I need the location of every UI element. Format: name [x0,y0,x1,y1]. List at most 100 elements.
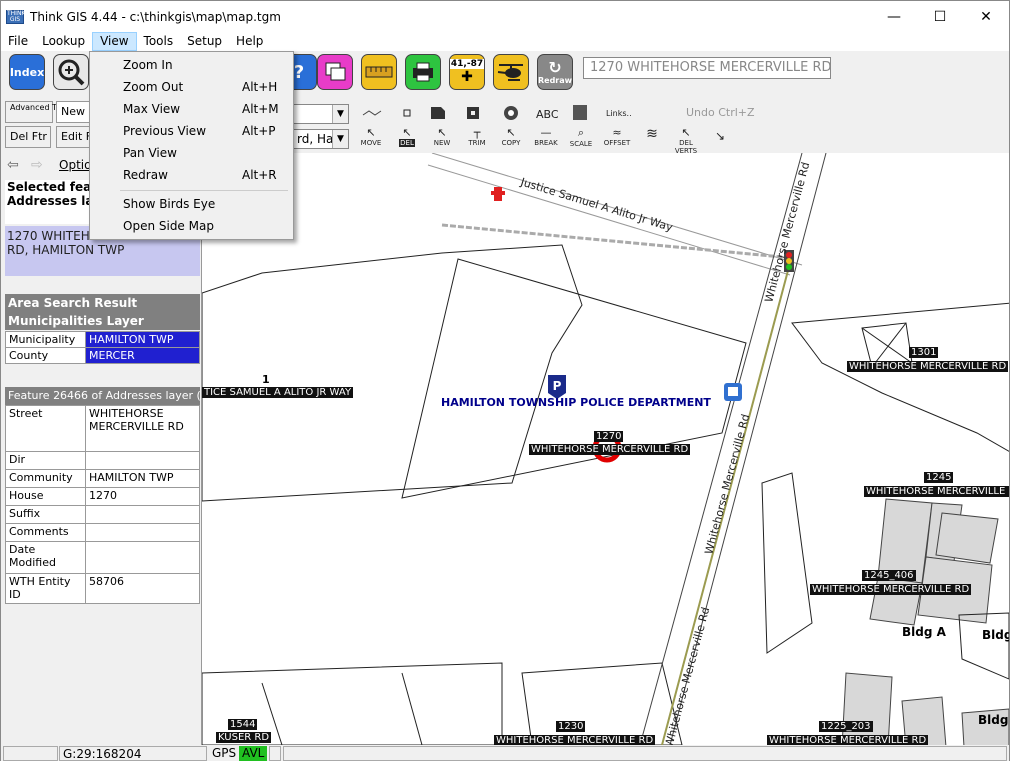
copy-tool[interactable]: ↖ COPY [498,126,524,147]
date-modified-key: Date Modified [5,541,86,574]
menu-item-show-birds-eye[interactable]: Show Birds Eye [90,193,293,215]
county-value: MERCER [85,347,200,364]
house-value[interactable]: 1270 [85,487,200,506]
edit-feature-button[interactable]: Edit F [56,126,92,148]
parcel [521,662,683,745]
layers-button[interactable] [317,54,353,90]
polyline-tool-icon[interactable] [362,110,382,116]
status-avl: AVL [239,746,267,761]
helicopter-button[interactable] [493,54,529,90]
table-row: Comments [5,523,200,542]
close-button[interactable]: ✕ [963,1,1009,32]
delete-feature-button[interactable]: Del Ftr [5,126,51,148]
status-cell [269,746,281,761]
community-value[interactable]: HAMILTON TWP [85,469,200,488]
date-modified-value[interactable] [85,541,200,574]
building-tool-icon[interactable] [467,107,479,119]
break-tool[interactable]: — BREAK [533,126,559,147]
comments-value[interactable] [85,523,200,542]
layer-select-1[interactable]: ▼ [293,104,349,124]
delete-vertices-tool[interactable]: ↖ DEL VERTS [672,126,700,155]
scale-tool[interactable]: ⌕ SCALE [568,126,594,148]
table-row: Community HAMILTON TWP [5,469,200,488]
gps-button[interactable]: 41,-87 ✚ [449,54,485,90]
links-label[interactable]: Links.. [606,109,632,118]
options-link[interactable]: Optio [59,158,91,172]
arrow-cursor-icon: ↖ [506,126,516,139]
menu-setup[interactable]: Setup [180,32,229,51]
address-street-label: WHITEHORSE MERCERVILLE RD [864,486,1009,497]
layer-select-2[interactable]: rd, Hami ▼ [293,129,349,149]
text-tool-label[interactable]: ABC [536,108,559,121]
print-button[interactable] [405,54,441,90]
smooth-tool[interactable]: ≋ [639,126,665,142]
map-canvas[interactable]: P Justice Samuel A Alito Jr Way Whitehor… [202,153,1009,745]
redraw-button[interactable]: ↻ Redraw [537,54,573,90]
comments-key: Comments [5,523,86,542]
menu-item-label: Zoom In [123,58,173,72]
measure-button[interactable] [361,54,397,90]
refresh-icon: ↻ [548,57,562,77]
move-tool[interactable]: ↖ MOVE [358,126,384,147]
menu-tools[interactable]: Tools [137,32,181,51]
address-number-label: 1245 [924,472,954,483]
ruler-icon [365,66,393,78]
offset-tool[interactable]: ≈ OFFSET [603,126,631,147]
address-street-label: KUSER RD [216,732,272,743]
menu-file[interactable]: File [1,32,35,51]
arrow-cursor-icon: ↖ [437,126,447,139]
minimize-button[interactable]: — [871,1,917,32]
layers-icon [325,62,346,81]
area-search-title: Area Search Result [8,296,138,310]
new-feature-button[interactable]: New F [56,101,95,123]
advanced-tools-button[interactable]: Advanced Tools [5,101,72,123]
address-number-label: 1301 [909,347,939,358]
point-tool-icon[interactable] [403,109,411,117]
status-cell [3,746,58,761]
parcel [761,472,813,654]
entity-id-value[interactable]: 58706 [85,573,200,604]
status-cell [283,746,1007,761]
menu-item-label: Redraw [123,168,168,182]
menu-item-zoom-in[interactable]: Zoom In [90,54,293,76]
menu-item-label: Max View [123,102,181,116]
table-row: Municipality HAMILTON TWP [5,331,200,348]
new-vertex-tool[interactable]: ↖ NEW [429,126,455,147]
delete-tool[interactable]: ↖ DEL [394,126,420,147]
dir-value[interactable] [85,451,200,470]
address-number-label: 1270 [594,431,624,442]
offset-tool-label: OFFSET [603,139,631,147]
area-search-header: Area Search Result Municipalities Layer [5,294,200,330]
menu-view[interactable]: View [92,32,137,51]
street-value[interactable]: WHITEHORSE MERCERVILLE RD [85,405,200,452]
menu-item-pan-view[interactable]: Pan View [90,142,293,164]
index-button[interactable]: Index [9,54,45,90]
undo-button[interactable]: Undo Ctrl+Z [686,106,755,119]
maximize-button[interactable]: ☐ [917,1,963,32]
fire-hydrant-icon[interactable] [491,187,505,201]
parcel-police [401,258,747,499]
address-search-input[interactable]: 1270 WHITEHORSE MERCERVILLE RD [583,57,831,79]
municipality-value: HAMILTON TWP [85,331,200,348]
question-icon: ? [293,61,305,83]
zoom-in-button[interactable] [53,54,89,90]
forward-arrow-icon[interactable]: ⇨ [31,157,43,173]
menu-help[interactable]: Help [229,32,270,51]
bus-stop-icon[interactable] [724,383,742,401]
polygon-tool-icon[interactable] [431,107,445,119]
menu-item-zoom-out[interactable]: Zoom Out Alt+H [90,76,293,98]
area-search-table: Municipality HAMILTON TWP County MERCER [5,331,200,364]
menu-item-open-side-map[interactable]: Open Side Map [90,215,293,237]
menu-item-previous-view[interactable]: Previous View Alt+P [90,120,293,142]
back-arrow-icon[interactable]: ⇦ [7,157,19,173]
image-tool-icon[interactable] [573,105,587,120]
menu-item-redraw[interactable]: Redraw Alt+R [90,164,293,186]
line-tool[interactable]: ↘ [709,129,731,143]
menu-lookup[interactable]: Lookup [35,32,92,51]
redraw-label: Redraw [537,75,573,85]
trim-tool[interactable]: ┬ TRIM [464,126,490,147]
house-key: House [5,487,86,506]
menu-item-max-view[interactable]: Max View Alt+M [90,98,293,120]
suffix-value[interactable] [85,505,200,524]
police-department-label: HAMILTON TOWNSHIP POLICE DEPARTMENT [441,396,711,409]
